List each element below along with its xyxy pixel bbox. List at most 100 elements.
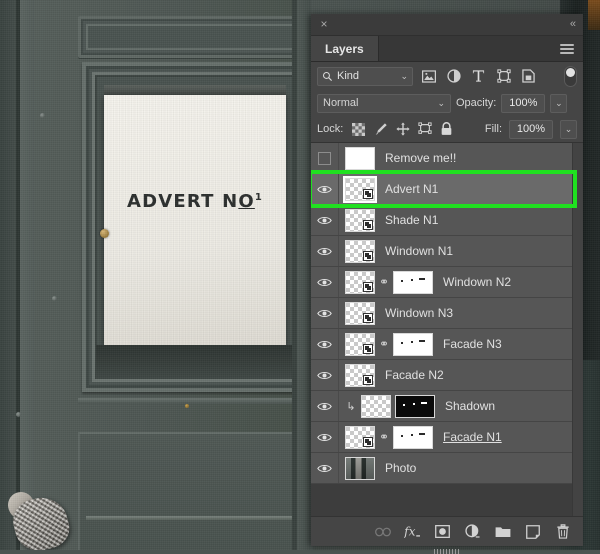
layer-visibility-toggle[interactable] xyxy=(311,174,339,204)
fill-label: Fill: xyxy=(485,123,502,135)
smart-object-badge xyxy=(363,220,373,230)
layer-thumbnail[interactable] xyxy=(345,302,375,325)
smart-object-badge xyxy=(363,251,373,261)
layer-name[interactable]: Windown N1 xyxy=(385,244,453,258)
layer-row-facade-n2[interactable]: Facade N2 xyxy=(311,360,583,391)
close-icon[interactable]: × xyxy=(318,18,330,30)
layer-mask-thumbnail[interactable] xyxy=(393,333,433,356)
eye-icon xyxy=(317,277,332,288)
smart-object-badge xyxy=(363,313,373,323)
layer-thumbnails xyxy=(339,240,375,263)
layer-visibility-toggle[interactable] xyxy=(311,453,339,483)
layer-thumbnail[interactable] xyxy=(345,240,375,263)
panel-tabstrip: Layers xyxy=(311,36,583,62)
filter-pixel-icon[interactable] xyxy=(419,67,438,86)
filter-kind-select[interactable]: Kind ⌄ xyxy=(317,67,413,86)
layer-row-windown-n3[interactable]: Windown N3 xyxy=(311,298,583,329)
mask-link-icon[interactable]: ⚭ xyxy=(379,337,389,351)
layer-visibility-toggle[interactable] xyxy=(311,267,339,297)
layer-row-shade-n1[interactable]: Shade N1 xyxy=(311,205,583,236)
layer-visibility-toggle[interactable] xyxy=(311,360,339,390)
layer-list-scrollbar[interactable] xyxy=(572,143,583,516)
layer-row-remove-me[interactable]: Remove me!! xyxy=(311,143,583,174)
layer-name[interactable]: Facade N2 xyxy=(385,368,444,382)
filter-type-icon[interactable] xyxy=(469,67,488,86)
layer-thumbnail[interactable] xyxy=(345,271,375,294)
lock-all-icon[interactable] xyxy=(439,122,454,137)
new-adjustment-layer-button[interactable] xyxy=(464,523,481,540)
layer-name[interactable]: Windown N2 xyxy=(443,275,511,289)
layer-thumbnail[interactable] xyxy=(345,209,375,232)
layer-name[interactable]: Shadown xyxy=(445,399,495,413)
layer-row-shadown[interactable]: ↳ Shadown xyxy=(311,391,583,422)
blend-mode-row: Normal ⌄ Opacity: 100% ⌄ xyxy=(311,90,583,116)
layer-visibility-toggle[interactable] xyxy=(311,422,339,452)
search-icon xyxy=(322,71,333,82)
layer-visibility-toggle[interactable] xyxy=(311,329,339,359)
layer-name[interactable]: Photo xyxy=(385,461,416,475)
layer-thumbnail[interactable] xyxy=(345,426,375,449)
eye-icon xyxy=(317,370,332,381)
layer-row-photo[interactable]: Photo xyxy=(311,453,583,484)
eye-icon xyxy=(317,308,332,319)
layer-thumbnail[interactable] xyxy=(345,178,375,201)
filter-kind-label: Kind xyxy=(337,70,359,82)
mask-link-icon[interactable]: ⚭ xyxy=(379,275,389,289)
layer-thumbnail[interactable] xyxy=(361,395,391,418)
svg-text:fx: fx xyxy=(404,524,416,538)
layer-mask-thumbnail[interactable] xyxy=(395,395,435,418)
layer-name[interactable]: Advert N1 xyxy=(385,182,438,196)
filter-enable-toggle[interactable] xyxy=(564,66,577,87)
layer-name[interactable]: Facade N1 xyxy=(443,430,502,444)
tab-layers[interactable]: Layers xyxy=(311,36,379,61)
layer-name[interactable]: Shade N1 xyxy=(385,213,438,227)
layer-row-advert-n1[interactable]: Advert N1 xyxy=(311,174,583,205)
layer-thumbnail[interactable] xyxy=(345,457,375,480)
opacity-stepper[interactable]: ⌄ xyxy=(550,94,567,113)
lock-image-pixels-icon[interactable] xyxy=(373,122,388,137)
layer-name[interactable]: Facade N3 xyxy=(443,337,502,351)
filter-shape-icon[interactable] xyxy=(494,67,513,86)
eye-icon-off xyxy=(318,152,331,165)
layer-thumbnail[interactable] xyxy=(345,147,375,170)
layer-name[interactable]: Remove me!! xyxy=(385,151,456,165)
layer-visibility-toggle[interactable] xyxy=(311,236,339,266)
opacity-input[interactable]: 100% xyxy=(501,94,545,113)
layer-name[interactable]: Windown N3 xyxy=(385,306,453,320)
smart-object-badge xyxy=(363,344,373,354)
add-layer-mask-button[interactable] xyxy=(434,523,451,540)
layers-panel-toolbar: fx xyxy=(311,516,583,546)
new-group-button[interactable] xyxy=(494,523,511,540)
blend-mode-select[interactable]: Normal ⌄ xyxy=(317,94,451,113)
panel-menu-icon[interactable] xyxy=(560,44,574,55)
layer-row-windown-n1[interactable]: Windown N1 xyxy=(311,236,583,267)
lock-artboard-nesting-icon[interactable] xyxy=(417,122,432,137)
clipping-mask-icon: ↳ xyxy=(345,400,357,413)
layer-row-windown-n2[interactable]: ⚭ Windown N2 xyxy=(311,267,583,298)
fill-stepper[interactable]: ⌄ xyxy=(560,120,577,139)
layer-visibility-toggle[interactable] xyxy=(311,205,339,235)
collapse-panel-icon[interactable]: « xyxy=(570,17,575,31)
layer-visibility-toggle[interactable] xyxy=(311,298,339,328)
layer-rows: Remove me!! Advert N1 Shade N1 Windown N1 ⚭ W… xyxy=(311,143,583,484)
lock-position-icon[interactable] xyxy=(395,122,410,137)
lock-row: Lock: xyxy=(311,116,583,143)
layer-thumbnail[interactable] xyxy=(345,364,375,387)
fill-input[interactable]: 100% xyxy=(509,120,553,139)
lock-transparent-pixels-icon[interactable] xyxy=(351,122,366,137)
layer-visibility-toggle[interactable] xyxy=(311,143,339,173)
layer-row-facade-n1[interactable]: ⚭ Facade N1 xyxy=(311,422,583,453)
filter-adjustment-icon[interactable] xyxy=(444,67,463,86)
new-layer-button[interactable] xyxy=(524,523,541,540)
mask-link-icon[interactable]: ⚭ xyxy=(379,430,389,444)
delete-layer-button[interactable] xyxy=(554,523,571,540)
eye-icon xyxy=(317,339,332,350)
layer-mask-thumbnail[interactable] xyxy=(393,426,433,449)
layer-row-facade-n3[interactable]: ⚭ Facade N3 xyxy=(311,329,583,360)
layer-style-fx-button[interactable]: fx xyxy=(404,523,421,540)
filter-smart-object-icon[interactable] xyxy=(519,67,538,86)
layer-mask-thumbnail[interactable] xyxy=(393,271,433,294)
link-layers-button[interactable] xyxy=(374,523,391,540)
layer-visibility-toggle[interactable] xyxy=(311,391,339,421)
layer-thumbnail[interactable] xyxy=(345,333,375,356)
